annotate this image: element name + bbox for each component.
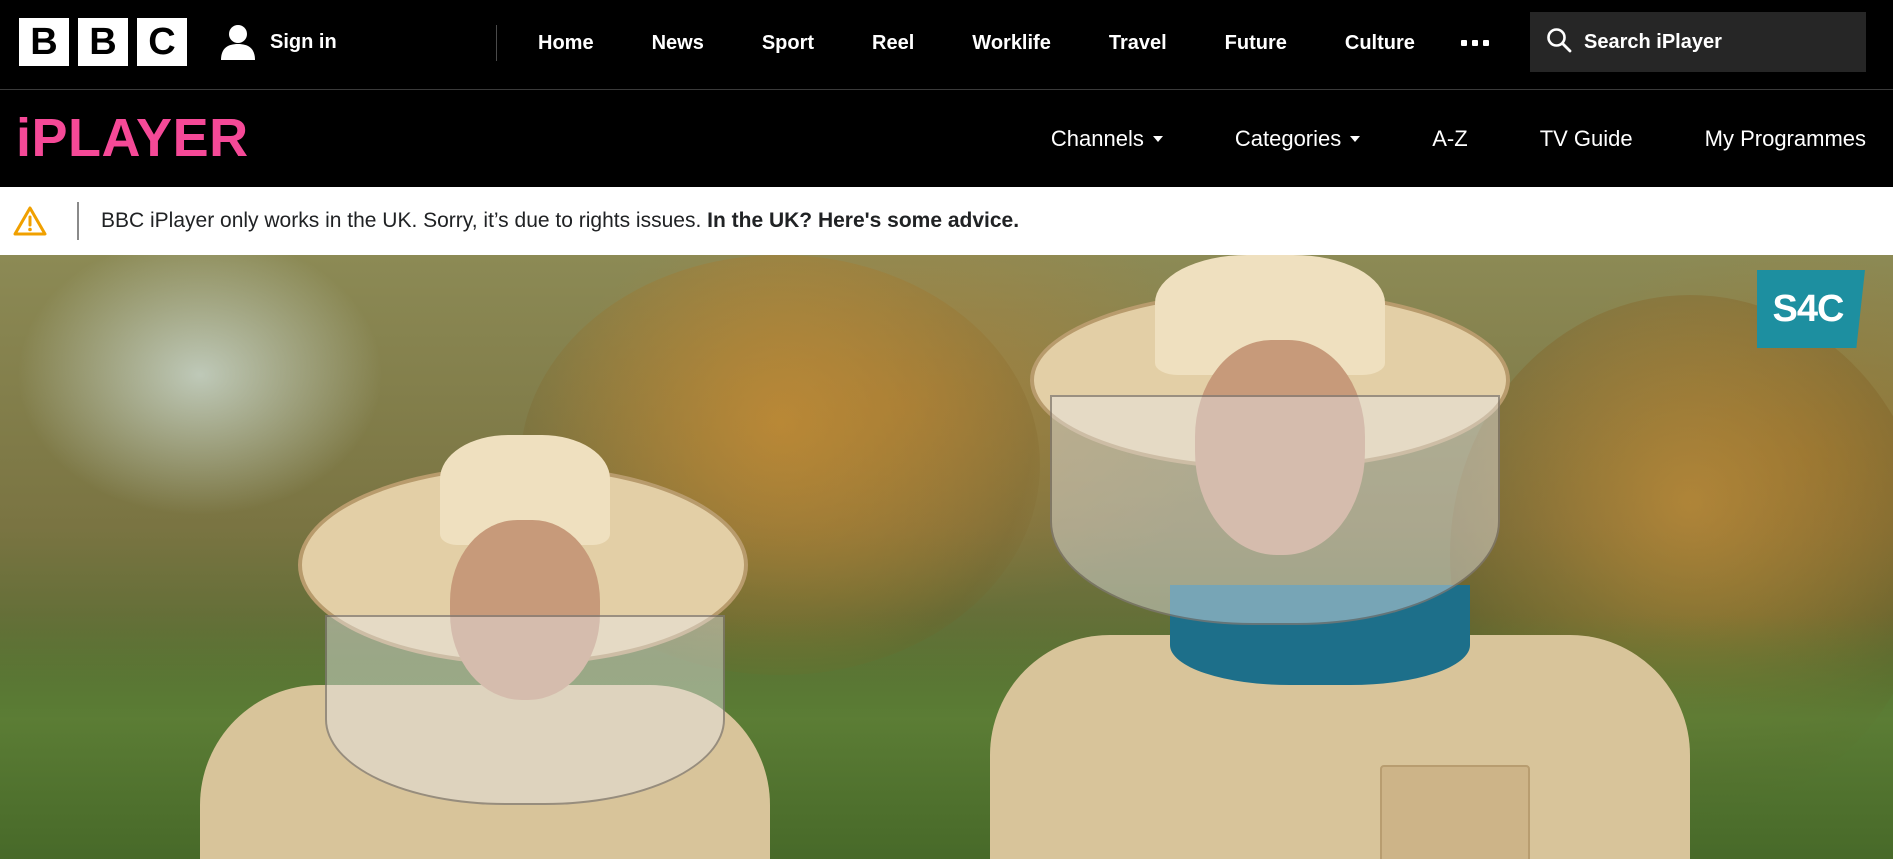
sign-in-link[interactable]: Sign in bbox=[218, 22, 337, 62]
banner-divider bbox=[77, 202, 79, 240]
header-divider bbox=[496, 25, 497, 61]
search-input[interactable] bbox=[1584, 30, 1854, 54]
channel-badge-s4c: S4C bbox=[1757, 270, 1865, 348]
banner-message: BBC iPlayer only works in the UK. Sorry,… bbox=[101, 209, 1019, 233]
iplayer-header: iPLAYER Channels Categories A-Z TV Guide… bbox=[0, 91, 1893, 187]
nav-sport[interactable]: Sport bbox=[740, 32, 836, 55]
user-icon bbox=[218, 22, 258, 62]
suit-pocket bbox=[1380, 765, 1530, 859]
dot bbox=[1471, 40, 1478, 46]
nav-travel[interactable]: Travel bbox=[1087, 32, 1189, 55]
iplayer-logo[interactable]: iPLAYER bbox=[16, 107, 249, 169]
nav-a-z[interactable]: A-Z bbox=[1432, 126, 1467, 152]
nav-categories-label: Categories bbox=[1234, 126, 1342, 151]
beekeeper-right bbox=[980, 255, 1720, 859]
more-dots-icon[interactable] bbox=[1455, 30, 1495, 56]
warning-icon bbox=[13, 205, 47, 242]
nav-news[interactable]: News bbox=[630, 32, 726, 55]
beekeeper-left bbox=[150, 355, 800, 859]
nav-culture[interactable]: Culture bbox=[1323, 32, 1437, 55]
uk-only-banner: BBC iPlayer only works in the UK. Sorry,… bbox=[0, 187, 1893, 255]
nav-my-programmes[interactable]: My Programmes bbox=[1705, 126, 1866, 152]
nav-categories[interactable]: Categories bbox=[1234, 126, 1361, 152]
dot bbox=[1482, 40, 1489, 46]
beekeeper-veil bbox=[1050, 395, 1500, 625]
dot bbox=[1460, 40, 1467, 46]
nav-tv-guide[interactable]: TV Guide bbox=[1540, 126, 1633, 152]
nav-future[interactable]: Future bbox=[1203, 32, 1309, 55]
beekeeper-veil bbox=[325, 615, 725, 805]
banner-text: BBC iPlayer only works in the UK. Sorry,… bbox=[101, 209, 702, 232]
bbc-logo-letter: B bbox=[19, 18, 69, 66]
hero-image[interactable]: S4C bbox=[0, 255, 1893, 859]
global-nav: Home News Sport Reel Worklife Travel Fut… bbox=[516, 0, 1495, 86]
search-box[interactable] bbox=[1530, 12, 1866, 72]
bbc-logo[interactable]: B B C bbox=[19, 18, 187, 66]
banner-advice-link[interactable]: In the UK? Here's some advice. bbox=[707, 209, 1019, 232]
bbc-logo-letter: B bbox=[78, 18, 128, 66]
nav-reel[interactable]: Reel bbox=[850, 32, 936, 55]
search-icon bbox=[1546, 27, 1572, 58]
bbc-logo-letter: C bbox=[137, 18, 187, 66]
nav-worklife[interactable]: Worklife bbox=[950, 32, 1073, 55]
nav-home[interactable]: Home bbox=[516, 32, 616, 55]
caret-down-icon bbox=[1350, 136, 1361, 142]
nav-channels-label: Channels bbox=[1050, 126, 1144, 151]
bbc-global-header: B B C Sign in Home News Sport Reel Workl… bbox=[0, 0, 1893, 90]
iplayer-nav: Channels Categories A-Z TV Guide My Prog… bbox=[1051, 91, 1866, 187]
sign-in-label: Sign in bbox=[270, 30, 337, 53]
caret-down-icon bbox=[1152, 136, 1163, 142]
nav-channels[interactable]: Channels bbox=[1051, 126, 1163, 152]
